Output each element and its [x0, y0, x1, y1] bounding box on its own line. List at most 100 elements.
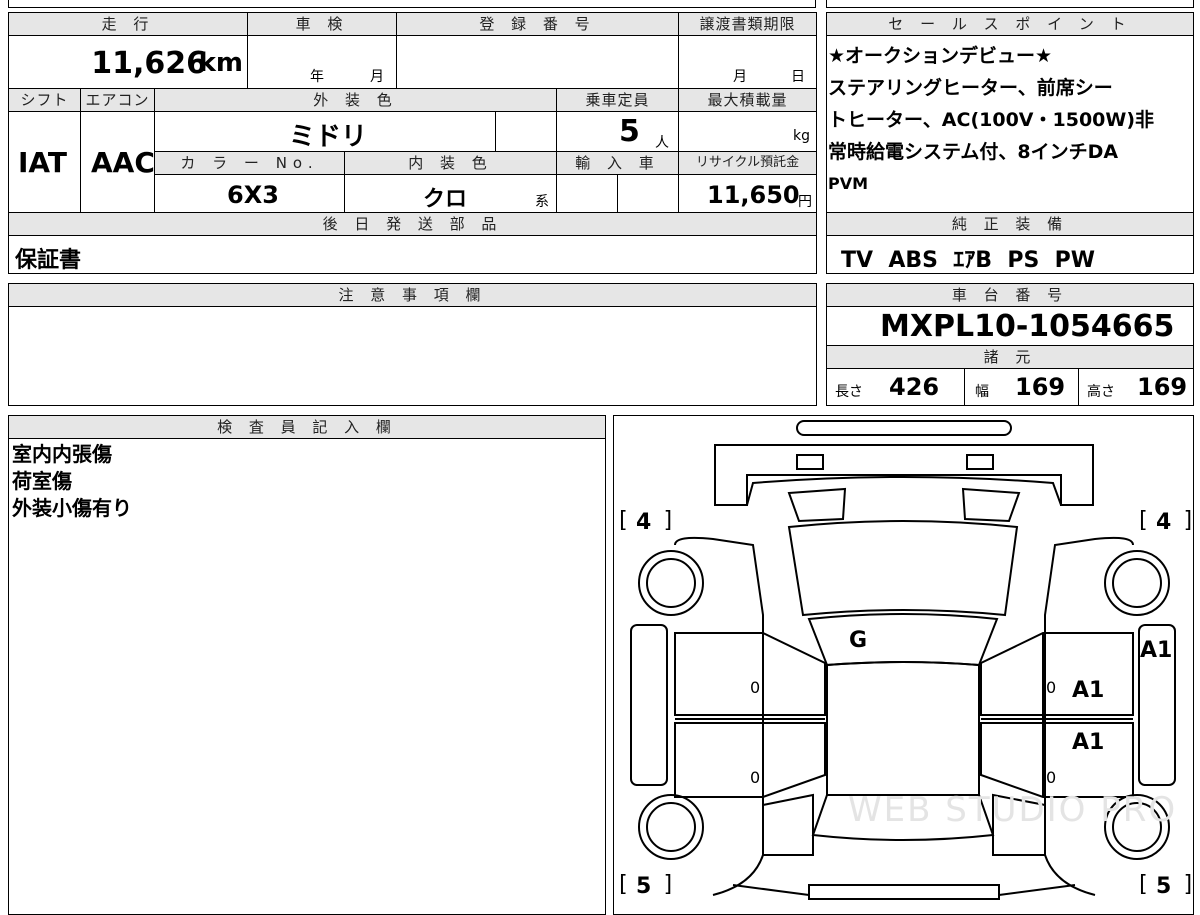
rear-quarter-left	[762, 793, 814, 856]
sales-point-line: PVM	[828, 174, 869, 193]
later-parts-value: 保証書	[15, 248, 82, 273]
chassis-header: 車 台 番 号	[826, 283, 1194, 307]
registration-cell	[396, 35, 679, 89]
rear-bumper-shape	[808, 884, 1000, 900]
tire-rr-close: ]	[1182, 872, 1196, 897]
width-label: 幅	[975, 384, 989, 400]
rear-bumper-left	[732, 884, 810, 896]
door-mark-rr: 0	[1046, 768, 1057, 787]
height-label: 高さ	[1087, 384, 1115, 400]
notes-header: 注 意 事 項 欄	[8, 283, 817, 307]
wheel-front-right-shape	[1104, 550, 1170, 616]
wheel-front-left-shape	[638, 550, 704, 616]
right-front-door-mark: A1	[1072, 678, 1105, 703]
tire-rl-open: [	[616, 872, 630, 897]
chassis-value: MXPL10-1054665	[880, 309, 1175, 344]
dims-width-cell: 幅 169	[964, 368, 1079, 406]
tire-fl-close: ]	[662, 508, 676, 533]
tire-fl-open: [	[616, 508, 630, 533]
wheel-rear-left-inner	[646, 802, 696, 852]
right-fender-mark: A1	[1140, 638, 1173, 663]
door-mark-lr: 0	[750, 768, 761, 787]
color-no-cell: 6X3	[154, 174, 345, 213]
tire-rl-close: ]	[662, 872, 676, 897]
hood-shape	[787, 520, 1019, 617]
equipment-cell: TV ABS ｴｱB PS PW	[826, 235, 1194, 274]
registration-header: 登 録 番 号	[396, 12, 679, 36]
inspector-note-line: 外装小傷有り	[12, 496, 132, 520]
capacity-header: 乗車定員	[556, 88, 679, 112]
aircon-header: エアコン	[80, 88, 155, 112]
skirt-left-shape	[630, 624, 668, 786]
wheel-rear-left-shape	[638, 794, 704, 860]
inspection-header: 車 検	[247, 12, 397, 36]
interior-color-cell: クロ 系	[344, 174, 557, 213]
exterior-color-extra-cell	[495, 111, 557, 152]
tire-rear-right-grade: 5	[1156, 874, 1172, 899]
tire-front-right-grade: 4	[1156, 510, 1172, 535]
exterior-color-value: ミドリ	[289, 122, 368, 152]
door-rr-shape	[980, 722, 1134, 798]
top-strip-line	[8, 0, 816, 8]
door-mark-lf: 0	[750, 678, 761, 697]
grille-shape	[746, 476, 1062, 506]
hood-frame-shape	[714, 444, 1094, 506]
aircon-value: AAC	[91, 146, 155, 179]
import-cell-left	[556, 174, 618, 213]
inspector-note-line: 室内内張傷	[12, 442, 112, 466]
max-load-cell: kg	[678, 111, 817, 152]
roof-shape	[826, 661, 980, 796]
import-header: 輸 入 車	[556, 151, 679, 175]
door-mark-rf: 0	[1046, 678, 1057, 697]
length-value: 426	[889, 373, 940, 401]
capacity-unit: 人	[655, 135, 669, 151]
headlight-right-shape	[966, 454, 994, 470]
body-right-outline	[1044, 536, 1134, 896]
wheel-front-left-inner	[646, 558, 696, 608]
width-value: 169	[1015, 373, 1066, 401]
exterior-color-header: 外 装 色	[154, 88, 557, 112]
dims-height-cell: 高さ 169	[1078, 368, 1194, 406]
interior-color-header: 内 装 色	[344, 151, 557, 175]
interior-color-suffix: 系	[535, 194, 549, 210]
door-rf-shape	[980, 632, 1134, 716]
right-rear-door-mark: A1	[1072, 730, 1105, 755]
sales-points-text: ★オークションデビュー★ ステアリングヒーター、前席シー トヒーター、AC(10…	[828, 40, 1192, 200]
inspection-month-label: 月	[370, 69, 384, 85]
max-load-unit: kg	[793, 128, 810, 144]
sales-point-line: 常時給電システム付、8インチDA	[828, 141, 1119, 163]
later-parts-cell: 保証書	[8, 235, 817, 274]
sales-point-line: ステアリングヒーター、前席シー	[828, 77, 1113, 99]
wheel-front-right-inner	[1112, 558, 1162, 608]
inspector-header: 検 査 員 記 入 欄	[8, 415, 606, 439]
body-left-outline	[674, 536, 764, 896]
door-lf-shape	[674, 632, 826, 716]
tire-fr-close: ]	[1182, 508, 1196, 533]
color-no-value: 6X3	[227, 181, 279, 209]
shift-value: IAT	[18, 146, 68, 179]
inspector-note-line: 荷室傷	[12, 469, 72, 493]
dims-length-cell: 長さ 426	[826, 368, 965, 406]
later-parts-header: 後 日 発 送 部 品	[8, 212, 817, 236]
capacity-cell: 5 人	[556, 111, 679, 152]
tire-rr-open: [	[1136, 872, 1150, 897]
inspector-notes: 室内内張傷 荷室傷 外装小傷有り	[12, 441, 132, 522]
watermark: WEB STUDIO PRO	[848, 790, 1178, 830]
top-strip-line-right	[826, 0, 1194, 8]
color-no-header: カ ラ ー No.	[154, 151, 345, 175]
interior-color-value: クロ	[423, 187, 468, 212]
mileage-cell: 11,626 km	[8, 35, 248, 89]
headlight-left-shape	[796, 454, 824, 470]
exterior-color-cell: ミドリ	[154, 111, 496, 152]
recycle-header: リサイクル預託金	[678, 151, 817, 175]
mileage-header: 走 行	[8, 12, 248, 36]
inspection-cell: 年 月	[247, 35, 397, 89]
height-value: 169	[1137, 373, 1188, 401]
tire-fr-open: [	[1136, 508, 1150, 533]
aircon-cell: AAC	[80, 111, 155, 213]
tire-front-left-grade: 4	[636, 510, 652, 535]
recycle-unit: 円	[798, 194, 812, 210]
import-cell-right	[617, 174, 679, 213]
transfer-deadline-cell: 月 日	[678, 35, 817, 89]
shift-cell: IAT	[8, 111, 81, 213]
